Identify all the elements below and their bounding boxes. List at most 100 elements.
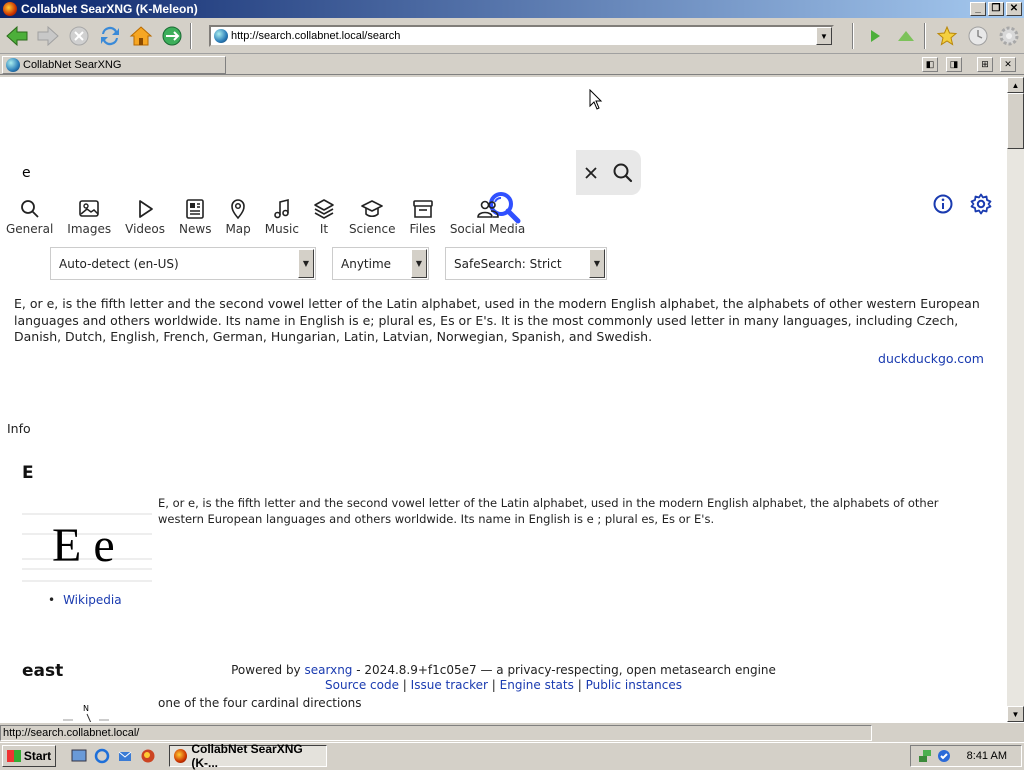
layers-icon [314,199,334,219]
stop-icon [69,26,89,45]
minimize-button[interactable]: _ [970,2,986,16]
close-tab-button[interactable]: ✕ [1000,57,1016,72]
maximize-button[interactable]: ❐ [988,2,1004,16]
home-button[interactable] [127,22,155,50]
source-code-link[interactable]: Source code [325,678,399,692]
footer-version: - 2024.8.9+f1c05e7 — a privacy-respectin… [356,663,776,677]
go-arrow-button[interactable] [861,22,889,50]
map-pin-icon [231,199,245,220]
scroll-up-button[interactable]: ▲ [1007,77,1024,93]
settings-gear-icon[interactable] [970,193,992,215]
preferences-button[interactable] [995,22,1023,50]
search-submit-icon[interactable] [612,162,634,184]
category-tab-general[interactable]: General [6,198,53,236]
search-input[interactable] [22,164,572,181]
category-label: It [319,222,329,236]
title-bar: CollabNet SearXNG (K-Meleon) _ ❐ ✕ [0,0,1024,18]
image-icon [79,200,100,217]
toolbar-separator [190,22,192,49]
go-button[interactable] [158,22,186,50]
vertical-scrollbar[interactable]: ▲ ▼ [1007,77,1024,722]
bookmarks-button[interactable] [933,22,961,50]
toolbar-right [848,22,1023,50]
show-desktop-icon[interactable] [70,747,88,765]
footer-separator: | [491,678,496,692]
close-window-button[interactable]: ✕ [1006,2,1022,16]
category-tab-music[interactable]: Music [265,198,299,236]
info-icon[interactable] [932,193,954,215]
play-arrow-icon [871,30,880,42]
category-tab-map[interactable]: Map [225,198,251,236]
newspaper-icon [186,199,205,219]
taskbar-item-kmeleon[interactable]: CollabNet SearXNG (K-... [169,742,327,770]
footer: Powered by searxng - 2024.8.9+f1c05e7 — … [0,663,1007,693]
safesearch-select[interactable]: SafeSearch: Strict ▼ [445,247,607,280]
search-buttons [576,150,641,195]
category-label: Science [348,222,396,236]
ie-icon[interactable] [93,747,111,765]
wikipedia-link[interactable]: Wikipedia [48,593,122,607]
infobox-image: E e [22,497,152,585]
safesearch-value: SafeSearch: Strict [454,256,562,271]
toolbar-separator [852,23,854,49]
gear-icon [999,26,1019,46]
top-right-links [932,193,992,215]
up-button[interactable] [892,22,920,50]
language-select[interactable]: Auto-detect (en-US) ▼ [50,247,316,280]
category-tabs: General Images Videos News Map Music It Science… [6,198,539,236]
time-range-value: Anytime [341,256,392,271]
category-label: Map [225,222,251,236]
searxng-link[interactable]: searxng [305,663,353,677]
new-tab-button[interactable]: ⊞ [977,57,993,72]
scroll-thumb[interactable] [1007,93,1024,149]
category-tab-social-media[interactable]: Social Media [450,198,525,236]
url-input[interactable] [231,28,816,44]
answer-text: E, or e, is the fifth letter and the sec… [14,296,980,344]
clear-icon[interactable] [583,165,599,181]
mouse-cursor-icon [589,89,603,110]
outlook-icon[interactable] [116,747,134,765]
category-tab-it[interactable]: It [313,198,335,236]
category-tab-science[interactable]: Science [348,198,396,236]
tab-back-button[interactable]: ◧ [922,57,938,72]
scroll-down-button[interactable]: ▼ [1007,706,1024,722]
category-tab-files[interactable]: Files [409,198,436,236]
engine-stats-link[interactable]: Engine stats [500,678,574,692]
back-button[interactable] [3,22,31,50]
dropdown-arrow-icon: ▼ [589,249,605,278]
start-label: Start [23,748,52,763]
reload-button[interactable] [96,22,124,50]
time-range-select[interactable]: Anytime ▼ [332,247,429,280]
category-label: Social Media [449,222,526,236]
kmeleon-icon [174,748,188,763]
answer-source-link[interactable]: duckduckgo.com [878,351,984,366]
history-button[interactable] [964,22,992,50]
result-description: one of the four cardinal directions [158,696,362,710]
forward-button[interactable] [34,22,62,50]
star-icon [936,25,958,46]
category-tab-images[interactable]: Images [67,198,111,236]
tab-forward-button[interactable]: ◨ [946,57,962,72]
network-icon[interactable] [917,748,933,764]
dropdown-arrow-icon: ▼ [298,249,314,278]
category-label: News [179,222,212,236]
kmeleon-quicklaunch-icon[interactable] [139,747,157,765]
status-text: http://search.collabnet.local/ [0,724,872,741]
category-label: Videos [125,222,166,236]
category-tab-news[interactable]: News [179,198,211,236]
footer-links: Source code | Issue tracker | Engine sta… [0,678,1007,693]
category-tab-videos[interactable]: Videos [125,198,165,236]
url-history-dropdown[interactable]: ▼ [816,27,832,45]
category-label: Music [264,222,299,236]
stop-button[interactable] [65,22,93,50]
public-instances-link[interactable]: Public instances [586,678,682,692]
site-globe-icon [214,29,228,43]
status-bar: http://search.collabnet.local/ [0,722,1024,742]
clock[interactable]: 8:41 AM [967,750,1007,762]
issue-tracker-link[interactable]: Issue tracker [411,678,488,692]
back-arrow-icon [6,25,28,46]
security-icon[interactable] [936,748,952,764]
tab-active[interactable]: CollabNet SearXNG [2,56,226,74]
url-bar[interactable]: ▼ [209,25,834,47]
start-button[interactable]: Start [2,744,56,767]
